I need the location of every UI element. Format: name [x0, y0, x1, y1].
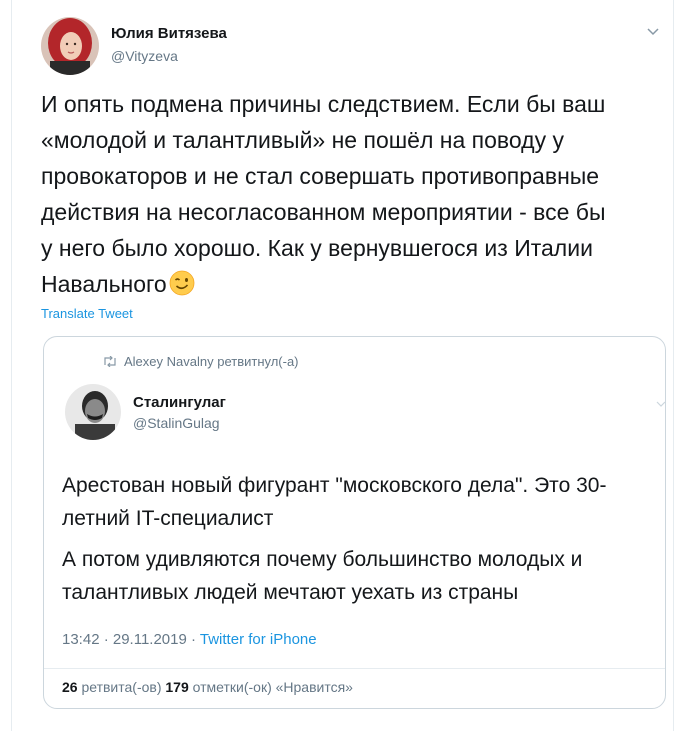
author-avatar[interactable] [41, 17, 99, 75]
quoted-author-name[interactable]: Сталингулаг [133, 394, 226, 411]
chevron-down-icon[interactable] [646, 26, 660, 38]
quoted-stats: 26 ретвита(-ов) 179 отметки(-ок) «Нравит… [62, 679, 353, 695]
quoted-text-2: А потом удивляются почему большинство мо… [62, 548, 583, 604]
winking-face-emoji-icon [169, 270, 195, 296]
chevron-down-icon[interactable] [656, 400, 666, 408]
quoted-author-handle[interactable]: @StalinGulag [133, 415, 220, 431]
likes-label[interactable]: отметки(-ок) «Нравится» [189, 679, 353, 695]
quoted-author-avatar[interactable] [65, 384, 121, 440]
retweets-label[interactable]: ретвита(-ов) [78, 679, 166, 695]
divider [44, 668, 665, 669]
retweet-by-label[interactable]: Alexey Navalny ретвитнул(-а) [124, 354, 299, 369]
author-name[interactable]: Юлия Витязева [111, 25, 227, 42]
translate-tweet-link[interactable]: Translate Tweet [41, 306, 133, 321]
retweet-icon [104, 356, 116, 367]
likes-count[interactable]: 179 [165, 679, 188, 695]
quoted-time-date[interactable]: 13:42 · 29.11.2019 · [62, 631, 200, 648]
quoted-text-1: Арестован новый фигурант "московского де… [62, 474, 607, 530]
quoted-source-link[interactable]: Twitter for iPhone [200, 631, 317, 648]
quoted-timestamp: 13:42 · 29.11.2019 · Twitter for iPhone [62, 631, 317, 648]
tweet-body: И опять подмена причины следствием. Если… [41, 91, 606, 297]
retweets-count[interactable]: 26 [62, 679, 78, 695]
retweet-context: Alexey Navalny ретвитнул(-а) [102, 354, 299, 369]
tweet-card: Юлия Витязева @Vityzeva И опять подмена … [11, 0, 674, 731]
tweet-text: И опять подмена причины следствием. Если… [41, 86, 681, 302]
author-handle[interactable]: @Vityzeva [111, 48, 178, 64]
quoted-tweet[interactable]: Alexey Navalny ретвитнул(-а) Сталингулаг… [43, 336, 666, 709]
